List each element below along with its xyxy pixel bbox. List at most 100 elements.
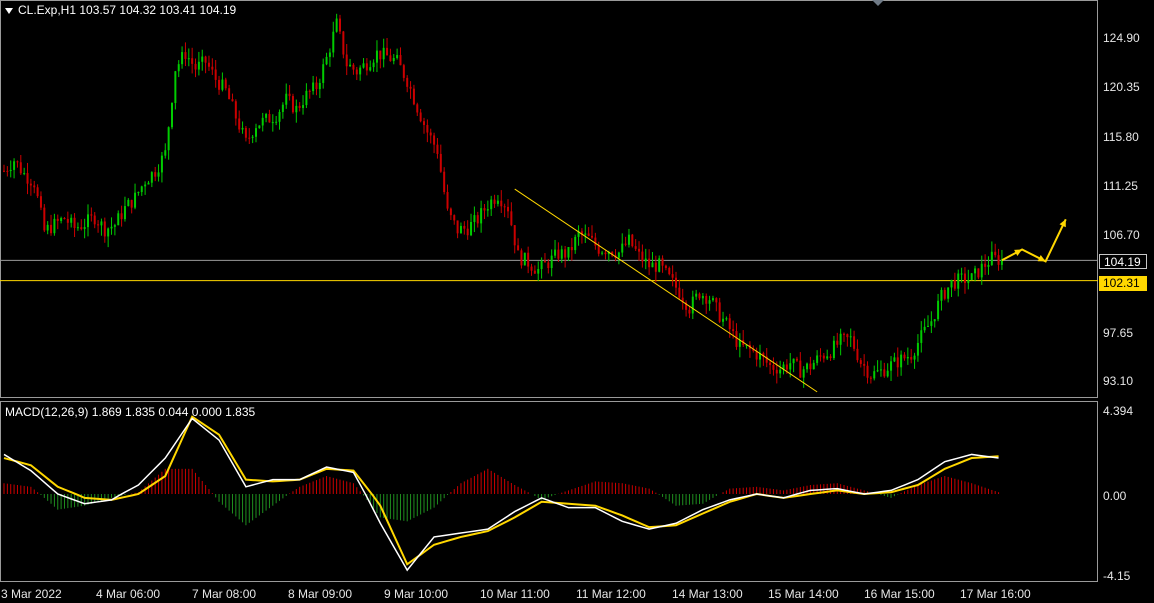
candle-body bbox=[722, 318, 725, 322]
candle-body bbox=[214, 69, 217, 80]
candle-body bbox=[903, 354, 906, 359]
time-tick: 11 Mar 12:00 bbox=[576, 587, 646, 601]
candle-body bbox=[836, 340, 839, 345]
candle-body bbox=[6, 170, 9, 172]
candle-body bbox=[990, 251, 993, 265]
candle-body bbox=[775, 369, 778, 374]
candle-body bbox=[695, 293, 698, 297]
candle-body bbox=[896, 357, 899, 368]
candle-body bbox=[130, 199, 133, 208]
candle-body bbox=[123, 206, 126, 220]
candle-body bbox=[513, 225, 516, 246]
candle-body bbox=[224, 79, 227, 89]
candle-body bbox=[994, 251, 997, 256]
candle-body bbox=[429, 132, 432, 136]
dropdown-arrow-icon[interactable] bbox=[5, 7, 13, 14]
candle-body bbox=[496, 200, 499, 204]
time-tick: 14 Mar 13:00 bbox=[672, 587, 743, 601]
candle-body bbox=[154, 172, 157, 177]
candle-body bbox=[957, 273, 960, 289]
candle-body bbox=[664, 265, 667, 268]
candle-body bbox=[728, 318, 731, 330]
candle-body bbox=[658, 258, 661, 272]
candle-body bbox=[893, 357, 896, 362]
candle-body bbox=[947, 287, 950, 299]
candle-body bbox=[876, 370, 879, 372]
candle-body bbox=[557, 249, 560, 259]
candle-body bbox=[906, 357, 909, 359]
candle-body bbox=[920, 330, 923, 343]
candle-body bbox=[315, 82, 318, 90]
candle-body bbox=[604, 252, 607, 255]
candle-body bbox=[517, 245, 520, 251]
candle-body bbox=[473, 215, 476, 223]
candle-body bbox=[93, 215, 96, 225]
candle-body bbox=[661, 258, 664, 266]
candle-body bbox=[439, 153, 442, 172]
candle-body bbox=[33, 185, 36, 188]
candle-body bbox=[181, 52, 184, 65]
candle-body bbox=[675, 277, 677, 288]
candle-body bbox=[550, 255, 553, 269]
candle-body bbox=[396, 55, 399, 59]
candle-body bbox=[127, 199, 130, 207]
candle-body bbox=[201, 56, 204, 62]
candle-body bbox=[634, 246, 637, 249]
candle-body bbox=[641, 251, 644, 262]
candle-body bbox=[231, 99, 234, 102]
candle-body bbox=[372, 62, 375, 68]
candle-body bbox=[483, 208, 486, 211]
candle-body bbox=[779, 369, 782, 374]
candle-body bbox=[654, 262, 657, 272]
candle-body bbox=[846, 334, 849, 338]
candle-body bbox=[849, 336, 852, 338]
candle-body bbox=[564, 249, 567, 258]
candle-body bbox=[238, 118, 241, 130]
candle-body bbox=[36, 187, 39, 197]
candle-body bbox=[523, 252, 526, 266]
candle-body bbox=[819, 355, 822, 357]
candle-body bbox=[940, 289, 943, 301]
candle-body bbox=[795, 358, 798, 361]
candle-body bbox=[560, 249, 563, 259]
candle-body bbox=[537, 269, 540, 274]
candle-body bbox=[853, 336, 856, 349]
candle-body bbox=[624, 243, 627, 245]
time-tick: 16 Mar 15:00 bbox=[864, 587, 935, 601]
candle-body bbox=[933, 319, 936, 322]
price-tick: 93.10 bbox=[1103, 374, 1134, 388]
candle-body bbox=[843, 333, 845, 335]
candle-body bbox=[651, 262, 654, 268]
candle-body bbox=[792, 358, 795, 364]
candle-body bbox=[328, 52, 331, 57]
candle-body bbox=[365, 63, 368, 71]
candle-body bbox=[9, 169, 12, 172]
candle-body bbox=[288, 93, 291, 97]
candle-body bbox=[305, 90, 308, 106]
candle-body bbox=[349, 64, 352, 67]
candle-body bbox=[527, 252, 530, 267]
candle-body bbox=[638, 248, 641, 252]
candle-body bbox=[66, 218, 69, 223]
time-tick: 8 Mar 09:00 bbox=[288, 587, 353, 601]
candle-body bbox=[285, 93, 288, 105]
candle-body bbox=[930, 321, 933, 326]
candle-body bbox=[974, 268, 977, 274]
candle-body bbox=[362, 63, 365, 68]
candle-body bbox=[725, 318, 728, 320]
candle-body bbox=[382, 47, 385, 60]
candle-body bbox=[567, 247, 570, 258]
candle-body bbox=[873, 371, 876, 379]
trendline bbox=[514, 188, 818, 393]
candle-body bbox=[332, 31, 335, 53]
candle-body bbox=[187, 58, 190, 60]
candle-body bbox=[617, 252, 620, 258]
candle-body bbox=[678, 287, 681, 298]
candle-body bbox=[308, 90, 311, 92]
candle-body bbox=[772, 364, 775, 370]
candle-body bbox=[402, 65, 405, 78]
candle-body bbox=[171, 102, 173, 128]
candle-body bbox=[433, 135, 436, 145]
candle-body bbox=[26, 173, 29, 184]
candle-body bbox=[298, 105, 301, 108]
